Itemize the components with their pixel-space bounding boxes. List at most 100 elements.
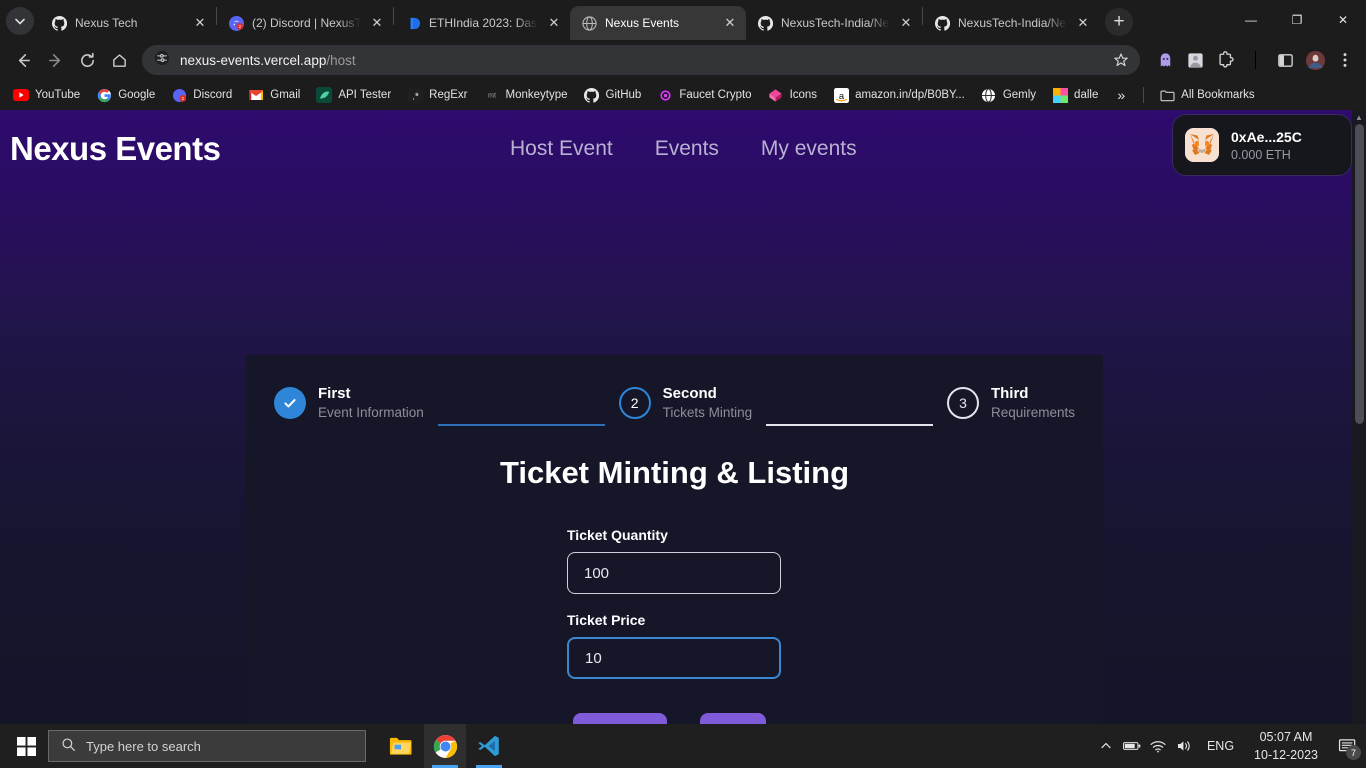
form-spacer (567, 594, 781, 612)
page-scrollbar[interactable]: ▲ (1352, 110, 1366, 724)
maximize-button[interactable]: ❐ (1274, 0, 1320, 40)
wifi-icon[interactable] (1145, 724, 1171, 768)
stepper-step-second[interactable]: 2 Second Tickets Minting (618, 384, 753, 422)
tab-search-button[interactable] (6, 7, 34, 35)
input-language-indicator[interactable]: ENG (1197, 739, 1244, 753)
tab-close-button[interactable]: ✕ (1075, 15, 1091, 31)
bookmark-item[interactable]: 2 Discord (164, 84, 239, 106)
windows-start-icon[interactable] (4, 724, 48, 768)
notification-icon[interactable]: 7 (1328, 724, 1366, 768)
bookmark-item[interactable]: Google (89, 84, 162, 106)
back-button[interactable] (8, 45, 38, 75)
ghost-extension-icon[interactable] (1152, 47, 1178, 73)
step-text: First Event Information (318, 384, 424, 422)
tab-title: (2) Discord | NexusTe (252, 16, 361, 30)
tab-close-button[interactable]: ✕ (369, 15, 385, 31)
tab-strip: Nexus Tech ✕ 2 (2) Discord | NexusTe ✕ E… (0, 0, 1366, 40)
bookmark-item[interactable]: dalle (1045, 84, 1105, 106)
bookmark-item[interactable]: Gemly (974, 84, 1043, 106)
battery-icon[interactable] (1119, 724, 1145, 768)
ticket-quantity-input[interactable]: 100 (567, 552, 781, 594)
github-icon (757, 15, 773, 31)
notification-count-badge: 7 (1346, 745, 1361, 760)
step-subtitle: Requirements (990, 405, 1076, 421)
step-title: First (318, 384, 351, 402)
nav-link-host-event[interactable]: Host Event (510, 137, 613, 161)
scroll-up-arrow-icon[interactable]: ▲ (1352, 110, 1366, 124)
tab-close-button[interactable]: ✕ (192, 15, 208, 31)
gmail-icon (248, 87, 264, 103)
bookmark-item[interactable]: mt Monkeytype (477, 84, 575, 106)
reload-button[interactable] (72, 45, 102, 75)
profile-avatar-icon[interactable] (1302, 47, 1328, 73)
star-icon[interactable] (1108, 47, 1134, 73)
nav-link-my-events[interactable]: My events (761, 137, 857, 161)
taskbar-search-box[interactable]: Type here to search (48, 730, 366, 762)
bookmark-item[interactable]: GitHub (577, 84, 649, 106)
bookmark-item[interactable]: Faucet Crypto (650, 84, 758, 106)
scrollbar-thumb[interactable] (1355, 124, 1364, 424)
minimize-button[interactable]: — (1228, 0, 1274, 40)
bookmark-item[interactable]: API Tester (309, 84, 398, 106)
chevron-down-icon (15, 18, 25, 25)
browser-tab-active[interactable]: Nexus Events ✕ (570, 6, 746, 40)
site-nav: Host Event Events My events (510, 137, 857, 161)
stepper-step-third[interactable]: 3 Third Requirements (946, 384, 1075, 422)
bookmark-label: dalle (1074, 89, 1099, 101)
bookmark-item[interactable]: Gmail (241, 84, 307, 106)
clock[interactable]: 05:07 AM 10-12-2023 (1244, 728, 1328, 764)
tab-close-button[interactable]: ✕ (722, 15, 738, 31)
file-explorer-icon[interactable] (380, 724, 422, 768)
bookmark-item[interactable]: Icons (761, 84, 825, 106)
close-window-button[interactable]: ✕ (1320, 0, 1366, 40)
page-settings-icon[interactable] (154, 50, 170, 71)
ticket-price-input[interactable]: 10 (567, 637, 781, 679)
nav-link-events[interactable]: Events (655, 137, 719, 161)
regexr-icon: .* (407, 87, 423, 103)
tab-close-button[interactable]: ✕ (546, 15, 562, 31)
tab-title: ETHIndia 2023: Dashb (429, 16, 538, 30)
form-actions: Previous Next (573, 713, 1103, 724)
bookmark-item[interactable]: YouTube (6, 84, 87, 106)
all-bookmarks-button[interactable]: All Bookmarks (1152, 84, 1262, 106)
chevron-up-icon[interactable] (1093, 724, 1119, 768)
three-dot-menu-icon[interactable] (1332, 47, 1358, 73)
step-circle-todo: 3 (946, 387, 979, 419)
browser-tab[interactable]: NexusTech-India/Nex ✕ (923, 6, 1099, 40)
image-extension-icon[interactable] (1182, 47, 1208, 73)
wallet-widget[interactable]: 0xAe...25C 0.000 ETH (1172, 114, 1352, 176)
next-button[interactable]: Next (700, 713, 766, 724)
step-text: Third Requirements (991, 384, 1075, 422)
bookmark-item[interactable]: .* RegExr (400, 84, 474, 106)
browser-tab[interactable]: 2 (2) Discord | NexusTe ✕ (217, 6, 393, 40)
bookmark-label: Google (118, 89, 156, 101)
ticket-price-label: Ticket Price (567, 612, 646, 628)
bookmarks-overflow-button[interactable]: » (1107, 84, 1135, 106)
tab-title: NexusTech-India/Nex (781, 16, 890, 30)
browser-tab[interactable]: ETHIndia 2023: Dashb ✕ (394, 6, 570, 40)
tab-title: Nexus Events (605, 16, 680, 30)
bookmark-label: Discord (193, 89, 233, 101)
bookmark-item[interactable]: a amazon.in/dp/B0BY... (826, 84, 972, 106)
browser-tab[interactable]: Nexus Tech ✕ (40, 6, 216, 40)
previous-button[interactable]: Previous (573, 713, 667, 724)
stepper-step-first[interactable]: First Event Information (274, 384, 424, 422)
tab-close-button[interactable]: ✕ (898, 15, 914, 31)
search-icon (61, 737, 76, 755)
chrome-icon[interactable] (424, 724, 466, 768)
gemly-icon (981, 87, 997, 103)
side-panel-icon[interactable] (1272, 47, 1298, 73)
home-button[interactable] (104, 45, 134, 75)
address-bar[interactable]: nexus-events.vercel.app/host (142, 45, 1140, 75)
browser-tab[interactable]: NexusTech-India/Nex ✕ (746, 6, 922, 40)
bookmarks-overflow-label: » (1117, 87, 1126, 103)
site-header: Nexus Events Host Event Events My events… (0, 110, 1366, 188)
bookmarks-separator (1143, 87, 1145, 103)
bookmark-label: YouTube (35, 89, 81, 101)
forward-button[interactable] (40, 45, 70, 75)
puzzle-extension-icon[interactable] (1212, 47, 1238, 73)
speaker-icon[interactable] (1171, 724, 1197, 768)
step-subtitle: Tickets Minting (662, 405, 753, 421)
new-tab-button[interactable]: + (1105, 8, 1133, 36)
vscode-icon[interactable] (468, 724, 510, 768)
